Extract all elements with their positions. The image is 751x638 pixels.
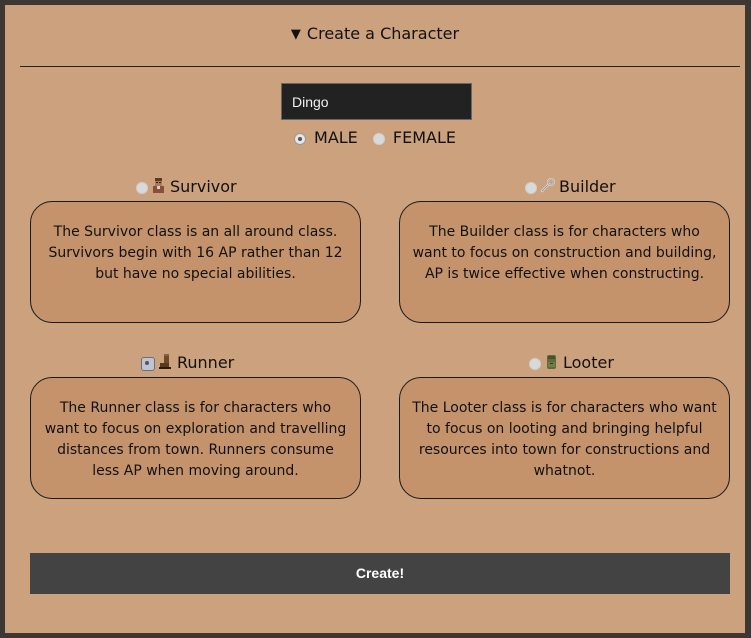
boot-icon	[158, 353, 173, 369]
gender-selector: MALE FEMALE	[5, 127, 745, 149]
panel-title: Create a Character	[306, 24, 460, 43]
builder-description: The Builder class is for characters who …	[412, 224, 717, 282]
builder-label: Builder	[559, 177, 616, 196]
create-character-panel: ▼ Create a Character MALE FEMALE Survivor…	[0, 0, 751, 638]
female-label: FEMALE	[392, 128, 456, 147]
class-option-builder[interactable]: Builder	[525, 176, 616, 198]
survivor-icon	[151, 177, 166, 193]
runner-radio[interactable]	[141, 356, 155, 371]
gender-option-male[interactable]: MALE	[294, 128, 358, 147]
class-option-survivor[interactable]: Survivor	[136, 176, 237, 198]
survivor-radio[interactable]	[136, 181, 148, 194]
class-option-looter[interactable]: Looter	[529, 352, 614, 374]
runner-label: Runner	[177, 353, 235, 372]
wrench-icon	[540, 177, 555, 193]
create-button[interactable]: Create!	[30, 553, 730, 594]
looter-description: The Looter class is for characters who w…	[412, 400, 717, 479]
header-divider	[20, 66, 740, 67]
runner-description-card: The Runner class is for characters who w…	[30, 377, 361, 499]
triangle-down-icon: ▼	[290, 27, 301, 42]
builder-radio[interactable]	[525, 181, 537, 194]
survivor-label: Survivor	[170, 177, 237, 196]
female-radio[interactable]	[372, 132, 385, 145]
male-radio[interactable]	[294, 132, 307, 145]
survivor-description: The Survivor class is an all around clas…	[48, 224, 343, 282]
runner-description: The Runner class is for characters who w…	[44, 400, 347, 479]
looter-radio[interactable]	[529, 357, 541, 370]
looter-description-card: The Looter class is for characters who w…	[399, 377, 730, 499]
survivor-description-card: The Survivor class is an all around clas…	[30, 201, 361, 323]
looter-label: Looter	[563, 353, 614, 372]
class-option-runner[interactable]: Runner	[141, 352, 234, 374]
character-name-input[interactable]	[281, 83, 472, 120]
builder-description-card: The Builder class is for characters who …	[399, 201, 730, 323]
panel-header-toggle[interactable]: ▼ Create a Character	[5, 23, 745, 47]
male-label: MALE	[314, 128, 358, 147]
gender-option-female[interactable]: FEMALE	[372, 128, 456, 147]
backpack-icon	[544, 353, 559, 369]
